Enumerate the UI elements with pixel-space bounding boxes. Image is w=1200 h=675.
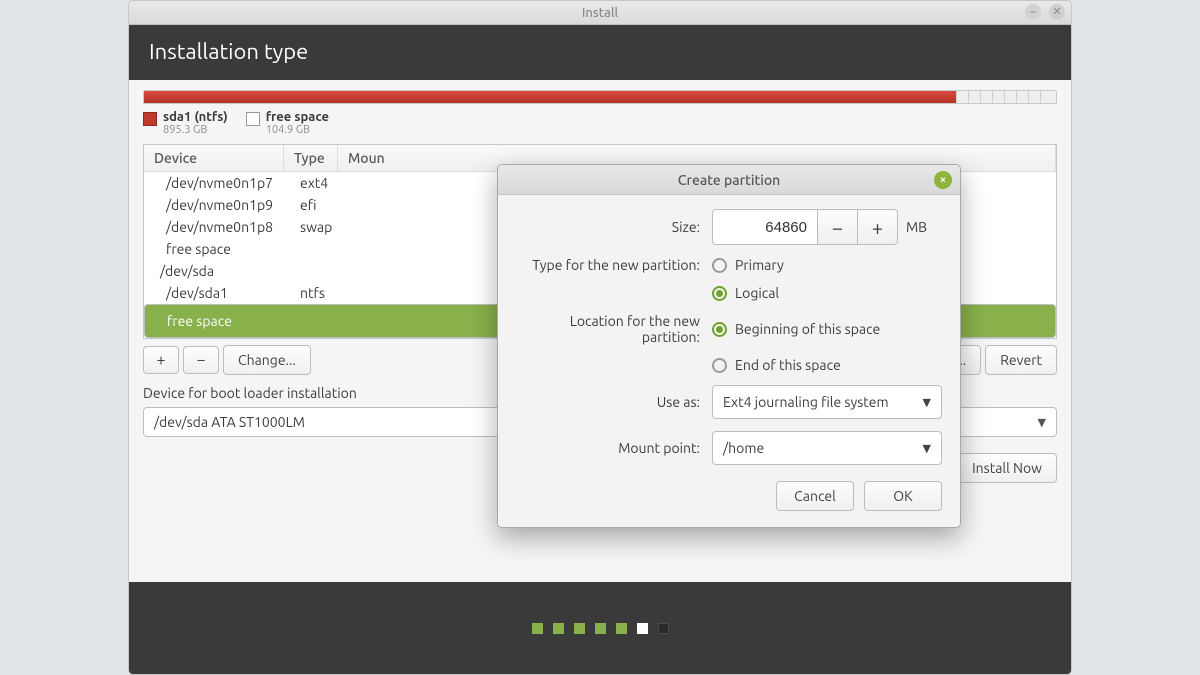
cell-type: ext4 [300, 175, 354, 191]
cell-type [300, 241, 354, 257]
chevron-down-icon: ▼ [923, 396, 931, 409]
legend-sda1-name: sda1 (ntfs) [163, 110, 228, 124]
progress-dot[interactable] [553, 623, 564, 634]
dialog-title: Create partition × [498, 165, 960, 195]
radio-primary[interactable]: Primary [712, 257, 942, 273]
progress-dot[interactable] [616, 623, 627, 634]
radio-end[interactable]: End of this space [712, 357, 942, 373]
header-device[interactable]: Device [144, 145, 284, 171]
radio-logical[interactable]: Logical [712, 285, 942, 301]
usage-legend: sda1 (ntfs) 895.3 GB free space 104.9 GB [143, 110, 1057, 136]
radio-icon [712, 286, 727, 301]
cell-device: /dev/nvme0n1p7 [166, 175, 300, 191]
chevron-down-icon: ▼ [923, 442, 931, 455]
radio-end-label: End of this space [735, 357, 841, 373]
use-as-label: Use as: [516, 394, 712, 410]
usage-segment-sda1 [144, 91, 956, 103]
radio-beginning-label: Beginning of this space [735, 321, 880, 337]
window-controls: − ✕ [1025, 4, 1065, 20]
swatch-icon [246, 112, 260, 126]
size-stepper: − + [712, 209, 898, 245]
cell-type: efi [300, 197, 354, 213]
progress-dot[interactable] [595, 623, 606, 634]
cell-device: /dev/nvme0n1p9 [166, 197, 300, 213]
legend-free-size: 104.9 GB [266, 124, 329, 136]
cell-device: /dev/sda [160, 263, 294, 279]
cell-device: /dev/nvme0n1p8 [166, 219, 300, 235]
legend-sda1-size: 895.3 GB [163, 124, 228, 136]
ok-button[interactable]: OK [864, 481, 942, 511]
size-decrement-button[interactable]: − [818, 209, 858, 245]
cell-device: free space [167, 313, 301, 329]
header-type[interactable]: Type [284, 145, 338, 171]
installer-window: Install − ✕ Installation type sda1 (ntfs… [128, 0, 1072, 675]
page-title: Installation type [129, 25, 1071, 80]
radio-icon [712, 258, 727, 273]
revert-button[interactable]: Revert [985, 345, 1057, 375]
size-input[interactable] [712, 209, 818, 245]
legend-free: free space 104.9 GB [246, 110, 329, 136]
cell-type: ntfs [300, 285, 354, 301]
size-unit: MB [906, 219, 927, 235]
create-partition-dialog: Create partition × Size: − + MB Type for… [497, 164, 961, 528]
dialog-title-text: Create partition [678, 172, 780, 188]
mount-point-select[interactable]: /home ▼ [712, 431, 942, 465]
mount-point-value: /home [723, 440, 764, 456]
progress-dot[interactable] [574, 623, 585, 634]
chevron-down-icon: ▼ [1038, 416, 1046, 429]
cell-type: swap [300, 219, 354, 235]
cell-type [294, 263, 348, 279]
progress-dot[interactable] [658, 623, 669, 634]
cell-device: /dev/sda1 [166, 285, 300, 301]
add-button[interactable]: + [143, 346, 179, 374]
legend-free-name: free space [266, 110, 329, 124]
use-as-select[interactable]: Ext4 journaling file system ▼ [712, 385, 942, 419]
close-icon[interactable]: ✕ [1049, 4, 1065, 20]
radio-logical-label: Logical [735, 285, 779, 301]
radio-icon [712, 358, 727, 373]
cancel-button[interactable]: Cancel [776, 481, 854, 511]
mount-point-label: Mount point: [516, 440, 712, 456]
radio-primary-label: Primary [735, 257, 784, 273]
swatch-icon [143, 112, 157, 126]
close-icon[interactable]: × [934, 171, 952, 189]
usage-segment-free [956, 91, 1056, 103]
use-as-value: Ext4 journaling file system [723, 394, 889, 410]
legend-sda1: sda1 (ntfs) 895.3 GB [143, 110, 228, 136]
window-title: Install [582, 6, 618, 20]
type-label: Type for the new partition: [516, 257, 712, 273]
remove-button[interactable]: − [183, 346, 219, 374]
minimize-icon[interactable]: − [1025, 4, 1041, 20]
progress-dot[interactable] [532, 623, 543, 634]
size-label: Size: [516, 219, 712, 235]
install-now-button[interactable]: Install Now [957, 453, 1057, 483]
location-label: Location for the new partition: [516, 313, 712, 345]
size-increment-button[interactable]: + [858, 209, 898, 245]
disk-usage-bar [143, 90, 1057, 104]
progress-footer [129, 582, 1071, 674]
titlebar: Install − ✕ [129, 1, 1071, 25]
change-button[interactable]: Change... [223, 345, 311, 375]
cell-device: free space [166, 241, 300, 257]
radio-beginning[interactable]: Beginning of this space [712, 321, 942, 337]
radio-icon [712, 322, 727, 337]
progress-dot[interactable] [637, 623, 648, 634]
